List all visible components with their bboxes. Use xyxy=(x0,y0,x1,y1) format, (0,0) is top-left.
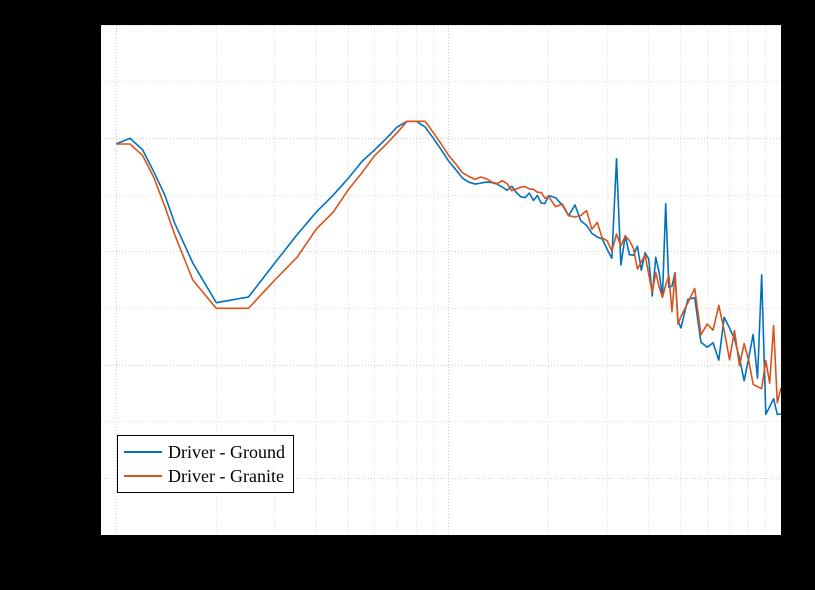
legend: Driver - Ground Driver - Granite xyxy=(117,435,294,493)
legend-label-granite: Driver - Granite xyxy=(168,466,284,487)
figure: Driver - Ground Driver - Granite xyxy=(0,0,815,590)
legend-swatch-ground xyxy=(124,451,162,453)
legend-item-granite: Driver - Granite xyxy=(124,464,285,488)
legend-swatch-granite xyxy=(124,475,162,477)
legend-label-ground: Driver - Ground xyxy=(168,442,285,463)
chart-axes: Driver - Ground Driver - Granite xyxy=(100,24,782,536)
legend-item-ground: Driver - Ground xyxy=(124,440,285,464)
